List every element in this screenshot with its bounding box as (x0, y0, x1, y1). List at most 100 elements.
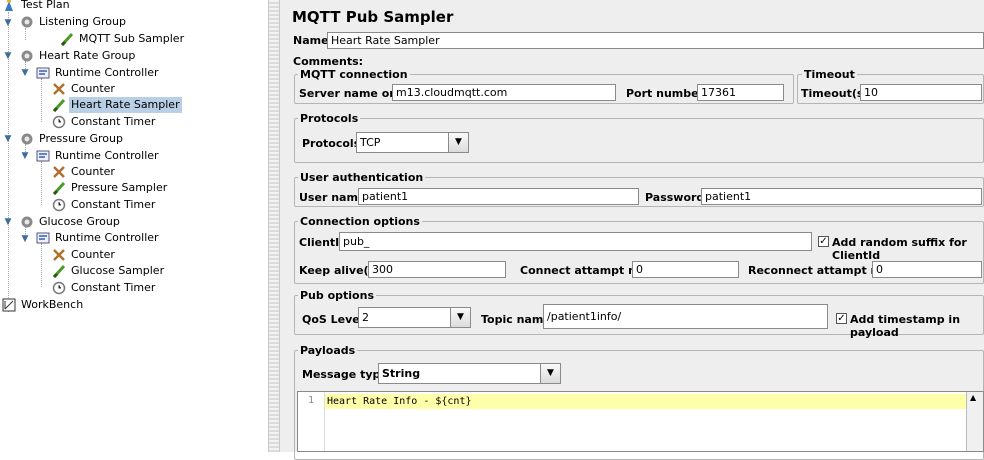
tree-item-workbench[interactable]: WorkBench (2, 297, 85, 313)
tree-item-pressure-sampler[interactable]: Pressure Sampler (52, 180, 169, 196)
sampler-icon (52, 181, 66, 196)
vertical-scrollbar[interactable]: ▲ (966, 392, 983, 451)
workbench-icon (2, 298, 16, 312)
user-auth-legend: User authentication (298, 171, 426, 184)
test-plan-icon (2, 0, 16, 12)
tree-item-heart-rate-group[interactable]: Heart Rate Group (20, 48, 137, 64)
tree-item-counter[interactable]: Counter (52, 247, 117, 263)
chevron-down-icon: ▼ (448, 133, 468, 152)
protocols-select[interactable]: TCP ▼ (356, 132, 469, 153)
payload-editor[interactable]: 1 Heart Rate Info - ${cnt} ▲ (297, 391, 984, 452)
tree-connector (41, 78, 42, 122)
username-input[interactable]: patient1 (358, 188, 639, 205)
expand-toggle-icon[interactable]: ▼ (3, 217, 13, 227)
expand-toggle-icon[interactable]: ▼ (3, 18, 13, 28)
sampler-icon (52, 98, 66, 113)
expand-toggle-icon[interactable]: ▼ (20, 234, 30, 244)
protocols-legend: Protocols (298, 112, 361, 125)
tree-connector (41, 243, 42, 287)
tree-item-heart-rate-sampler[interactable]: Heart Rate Sampler (52, 97, 182, 113)
tree-item-pressure-group[interactable]: Pressure Group (20, 131, 125, 147)
line-number-gutter: 1 (298, 392, 325, 451)
tree-item-label: Constant Timer (71, 198, 156, 211)
tree-item-counter[interactable]: Counter (52, 164, 117, 180)
tree-item-label: Listening Group (39, 15, 126, 28)
qos-select-value: 2 (362, 311, 369, 324)
thread-group-icon (20, 15, 34, 29)
test-plan-tree: Test Plan ▼ Listening Group MQTT Sub Sam… (0, 0, 268, 452)
thread-group-icon (20, 132, 34, 146)
connect-max-input[interactable]: 0 (632, 261, 739, 278)
reconnect-max-input[interactable]: 0 (872, 261, 982, 278)
message-type-select-value: String (382, 367, 421, 380)
chevron-down-icon: ▼ (540, 364, 560, 383)
tree-item-label: Test Plan (21, 0, 70, 11)
tree-item-label: Heart Rate Sampler (69, 97, 182, 113)
topic-input[interactable]: /patient1info/ (543, 304, 828, 329)
mqtt-connection-legend: MQTT connection (298, 68, 410, 81)
expand-toggle-icon[interactable]: ▼ (3, 134, 13, 144)
tree-item-label: Runtime Controller (55, 231, 159, 244)
tree-item-label: Glucose Sampler (71, 264, 165, 277)
code-line[interactable]: Heart Rate Info - ${cnt} (325, 394, 967, 409)
expand-toggle-icon[interactable]: ▼ (20, 68, 30, 78)
keepalive-input[interactable]: 300 (368, 261, 506, 278)
tree-item-label: Counter (71, 82, 115, 95)
tree-item-listening-group[interactable]: Listening Group (20, 14, 128, 30)
tree-item-runtime-controller[interactable]: Runtime Controller (36, 65, 161, 81)
expand-toggle-icon[interactable]: ▼ (20, 151, 30, 161)
clientid-input[interactable]: pub_ (339, 232, 812, 251)
tree-item-label: Constant Timer (71, 115, 156, 128)
split-pane-divider[interactable] (268, 0, 280, 452)
expand-toggle-icon[interactable]: ▼ (3, 51, 13, 61)
protocols-select-value: TCP (360, 136, 381, 149)
thread-group-icon (20, 49, 34, 63)
counter-icon (52, 248, 66, 262)
connection-options-legend: Connection options (298, 215, 422, 228)
tree-item-label: Counter (71, 165, 115, 178)
sampler-config-panel: MQTT Pub Sampler Name: Heart Rate Sample… (280, 0, 984, 460)
tree-item-mqtt-sub-sampler[interactable]: MQTT Sub Sampler (60, 31, 186, 47)
tree-connector (41, 161, 42, 205)
random-suffix-checkbox[interactable]: ✓ (818, 236, 829, 247)
thread-group-icon (20, 215, 34, 229)
tree-item-glucose-group[interactable]: Glucose Group (20, 214, 122, 230)
pub-options-legend: Pub options (298, 289, 376, 302)
tree-item-constant-timer[interactable]: Constant Timer (52, 114, 157, 130)
qos-select[interactable]: 2 ▼ (358, 307, 471, 328)
password-input[interactable]: patient1 (701, 188, 982, 205)
counter-icon (52, 82, 66, 96)
random-suffix-label: Add random suffix for ClientId (832, 236, 967, 262)
tree-item-label: Pressure Sampler (71, 181, 168, 194)
tree-item-runtime-controller[interactable]: Runtime Controller (36, 148, 161, 164)
tree-item-constant-timer[interactable]: Constant Timer (52, 280, 157, 296)
name-field[interactable]: Heart Rate Sampler (327, 32, 984, 49)
tree-item-glucose-sampler[interactable]: Glucose Sampler (52, 263, 166, 279)
message-type-select[interactable]: String ▼ (378, 363, 561, 384)
controller-icon (36, 66, 50, 80)
server-input[interactable]: m13.cloudmqtt.com (392, 84, 616, 101)
tree-item-counter[interactable]: Counter (52, 81, 117, 97)
tree-item-label: WorkBench (21, 298, 84, 311)
tree-item-test-plan[interactable]: Test Plan (2, 0, 72, 13)
tree-item-label: Constant Timer (71, 281, 156, 294)
page-title: MQTT Pub Sampler (292, 8, 454, 26)
timestamp-checkbox[interactable]: ✓ (836, 313, 847, 324)
chevron-down-icon: ▼ (450, 308, 470, 327)
timeout-input[interactable]: 10 (860, 84, 982, 101)
tree-item-label: Counter (71, 248, 115, 261)
controller-icon (36, 149, 50, 163)
sampler-icon (60, 32, 74, 47)
tree-item-runtime-controller[interactable]: Runtime Controller (36, 230, 161, 246)
tree-item-label: Glucose Group (39, 215, 120, 228)
timer-icon (52, 198, 66, 212)
counter-icon (52, 165, 66, 179)
tree-item-constant-timer[interactable]: Constant Timer (52, 197, 157, 213)
timeout-legend: Timeout (802, 68, 857, 81)
tree-item-label: Runtime Controller (55, 66, 159, 79)
scroll-up-icon[interactable]: ▲ (970, 393, 976, 402)
tree-item-label: Pressure Group (39, 132, 123, 145)
tree-item-label: Heart Rate Group (39, 49, 136, 62)
timer-icon (52, 281, 66, 295)
port-input[interactable]: 17361 (697, 84, 784, 101)
